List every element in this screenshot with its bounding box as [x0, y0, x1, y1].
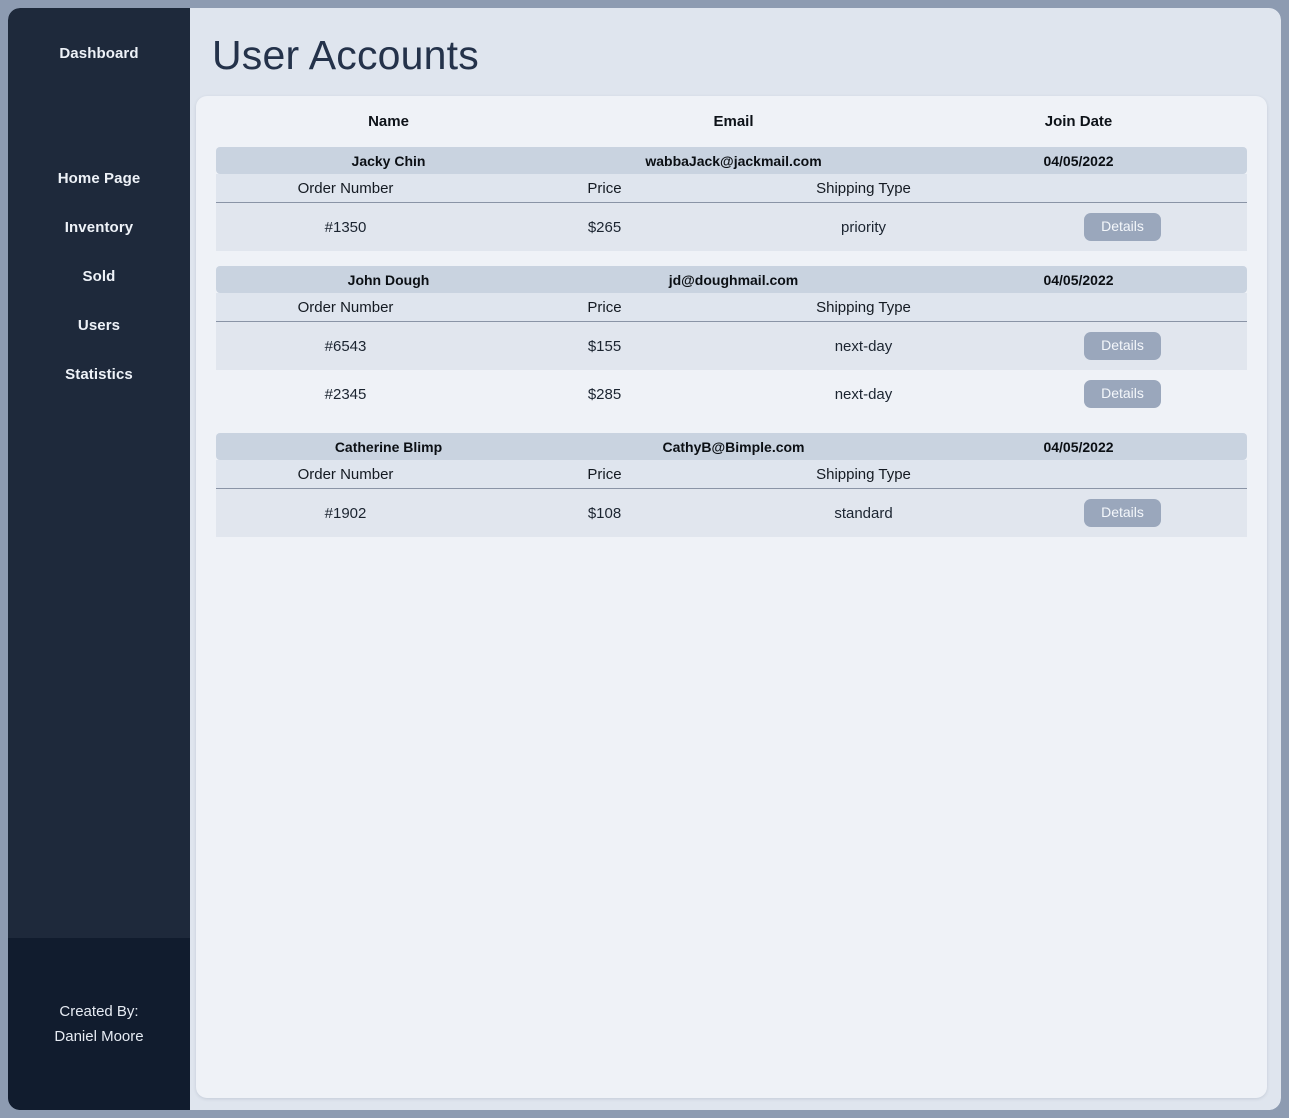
- sidebar-item-home-page[interactable]: Home Page: [8, 154, 190, 203]
- user-name: Catherine Blimp: [334, 438, 443, 455]
- main-content: User Accounts Name Email Join Date Jacky…: [190, 8, 1281, 1110]
- column-header-price: Price: [587, 179, 622, 197]
- user-join-date: 04/05/2022: [1043, 152, 1114, 169]
- user-summary-row[interactable]: Jacky Chin wabbaJack@jackmail.com 04/05/…: [216, 147, 1247, 174]
- sidebar-brand[interactable]: Dashboard: [8, 8, 190, 62]
- column-header-shipping-type: Shipping Type: [816, 298, 911, 316]
- column-header-order-number: Order Number: [297, 298, 394, 316]
- credit-author-name: Daniel Moore: [54, 1027, 144, 1045]
- order-number: #2345: [324, 385, 367, 403]
- details-button[interactable]: Details: [1084, 213, 1161, 241]
- user-email: jd@doughmail.com: [668, 271, 799, 288]
- sidebar-item-label: Sold: [82, 268, 116, 285]
- order-header-row: Order Number Price Shipping Type: [216, 293, 1247, 322]
- column-header-name: Name: [368, 113, 409, 130]
- user-summary-row[interactable]: John Dough jd@doughmail.com 04/05/2022: [216, 266, 1247, 293]
- order-number: #1350: [324, 218, 367, 236]
- sidebar-item-label: Inventory: [64, 219, 134, 236]
- sidebar: Dashboard Home Page Inventory Sold Users…: [8, 8, 190, 1110]
- sidebar-item-label: Home Page: [57, 170, 141, 187]
- order-price: $155: [587, 337, 622, 355]
- column-header-order-number: Order Number: [297, 465, 394, 483]
- order-shipping-type: priority: [840, 218, 886, 236]
- sidebar-item-sold[interactable]: Sold: [8, 252, 190, 301]
- sidebar-nav: Home Page Inventory Sold Users Statistic…: [8, 154, 190, 399]
- column-header-join-date: Join Date: [1044, 113, 1113, 130]
- user-name: John Dough: [347, 271, 430, 288]
- table-header-row: Name Email Join Date: [216, 96, 1247, 147]
- order-row: #2345 $285 next-day Details: [216, 370, 1247, 418]
- sidebar-item-label: Users: [77, 317, 121, 334]
- order-header-row: Order Number Price Shipping Type: [216, 460, 1247, 489]
- column-header-price: Price: [587, 298, 622, 316]
- user-email: CathyB@Bimple.com: [662, 438, 805, 455]
- order-row: #1350 $265 priority Details: [216, 203, 1247, 251]
- order-shipping-type: standard: [834, 504, 893, 522]
- user-block: John Dough jd@doughmail.com 04/05/2022 O…: [216, 266, 1247, 418]
- order-number: #1902: [324, 504, 367, 522]
- order-actions-cell: Details: [993, 499, 1252, 527]
- order-row: #6543 $155 next-day Details: [216, 322, 1247, 370]
- column-header-shipping-type: Shipping Type: [816, 465, 911, 483]
- credit-line-label: Created By:: [59, 1002, 139, 1020]
- user-join-date: 04/05/2022: [1043, 271, 1114, 288]
- order-actions-cell: Details: [993, 332, 1252, 360]
- details-button[interactable]: Details: [1084, 499, 1161, 527]
- sidebar-footer: Created By: Daniel Moore: [8, 938, 190, 1110]
- order-shipping-type: next-day: [834, 337, 893, 355]
- user-accounts-card: Name Email Join Date Jacky Chin wabbaJac…: [196, 96, 1267, 1098]
- order-shipping-type: next-day: [834, 385, 893, 403]
- order-actions-cell: Details: [993, 380, 1252, 408]
- order-price: $265: [587, 218, 622, 236]
- details-button[interactable]: Details: [1084, 380, 1161, 408]
- order-row: #1902 $108 standard Details: [216, 489, 1247, 537]
- order-actions-cell: Details: [993, 213, 1252, 241]
- sidebar-item-label: Statistics: [65, 366, 133, 383]
- sidebar-item-users[interactable]: Users: [8, 301, 190, 350]
- app-window: Dashboard Home Page Inventory Sold Users…: [8, 8, 1281, 1110]
- user-summary-row[interactable]: Catherine Blimp CathyB@Bimple.com 04/05/…: [216, 433, 1247, 460]
- details-button[interactable]: Details: [1084, 332, 1161, 360]
- user-email: wabbaJack@jackmail.com: [645, 152, 822, 169]
- column-header-order-number: Order Number: [297, 179, 394, 197]
- column-header-shipping-type: Shipping Type: [816, 179, 911, 197]
- sidebar-item-statistics[interactable]: Statistics: [8, 350, 190, 399]
- user-join-date: 04/05/2022: [1043, 438, 1114, 455]
- sidebar-item-inventory[interactable]: Inventory: [8, 203, 190, 252]
- page-title: User Accounts: [212, 32, 479, 78]
- user-block: Jacky Chin wabbaJack@jackmail.com 04/05/…: [216, 147, 1247, 251]
- user-block: Catherine Blimp CathyB@Bimple.com 04/05/…: [216, 433, 1247, 537]
- order-price: $285: [587, 385, 622, 403]
- order-price: $108: [587, 504, 622, 522]
- user-name: Jacky Chin: [351, 152, 426, 169]
- order-header-row: Order Number Price Shipping Type: [216, 174, 1247, 203]
- order-number: #6543: [324, 337, 367, 355]
- column-header-price: Price: [587, 465, 622, 483]
- column-header-email: Email: [713, 113, 754, 130]
